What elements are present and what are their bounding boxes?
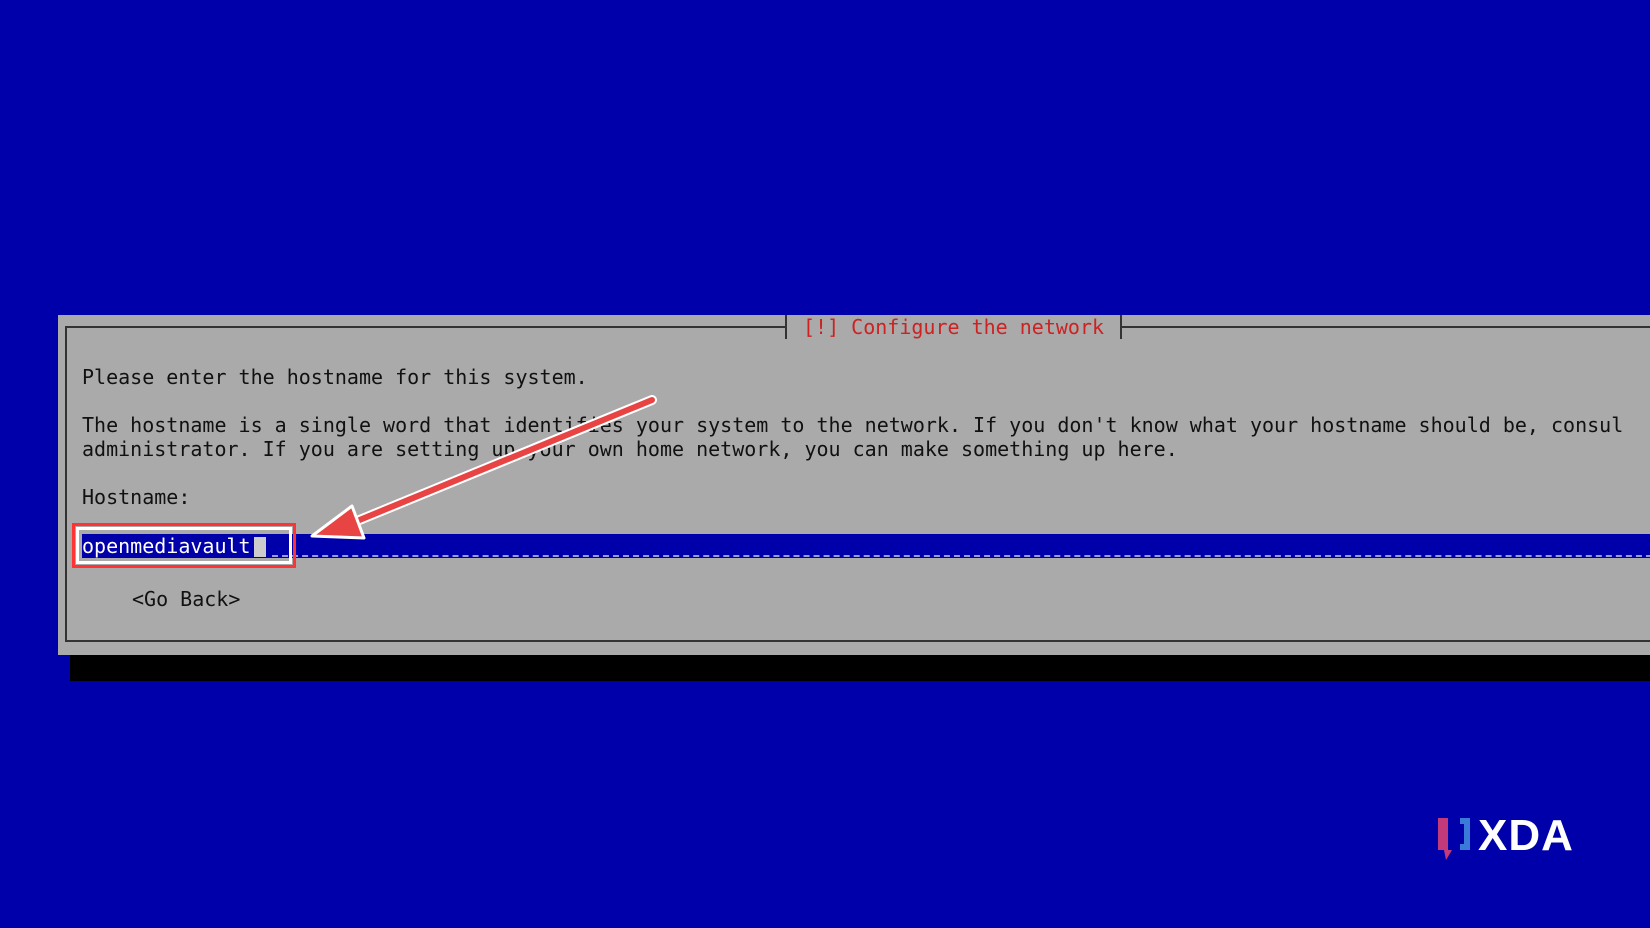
hostname-field[interactable]: openmediavault xyxy=(82,534,1650,558)
dialog-shadow xyxy=(70,655,1650,681)
xda-brand-text: XDA xyxy=(1478,811,1574,860)
xda-watermark: XDA xyxy=(1434,812,1604,868)
dialog-title: [!] Configure the network xyxy=(785,315,1123,339)
description-line-2: administrator. If you are setting up you… xyxy=(82,437,1178,461)
hostname-prompt: Please enter the hostname for this syste… xyxy=(82,365,588,389)
input-fill-line xyxy=(272,555,1650,557)
hostname-label: Hostname: xyxy=(82,485,191,509)
go-back-button[interactable]: <Go Back> xyxy=(132,587,240,611)
configure-network-dialog: [!] Configure the network Please enter t… xyxy=(58,315,1650,655)
annotation-highlight-box xyxy=(72,523,296,568)
xda-logo-icon xyxy=(1438,818,1470,860)
description-line-1: The hostname is a single word that ident… xyxy=(82,413,1624,437)
